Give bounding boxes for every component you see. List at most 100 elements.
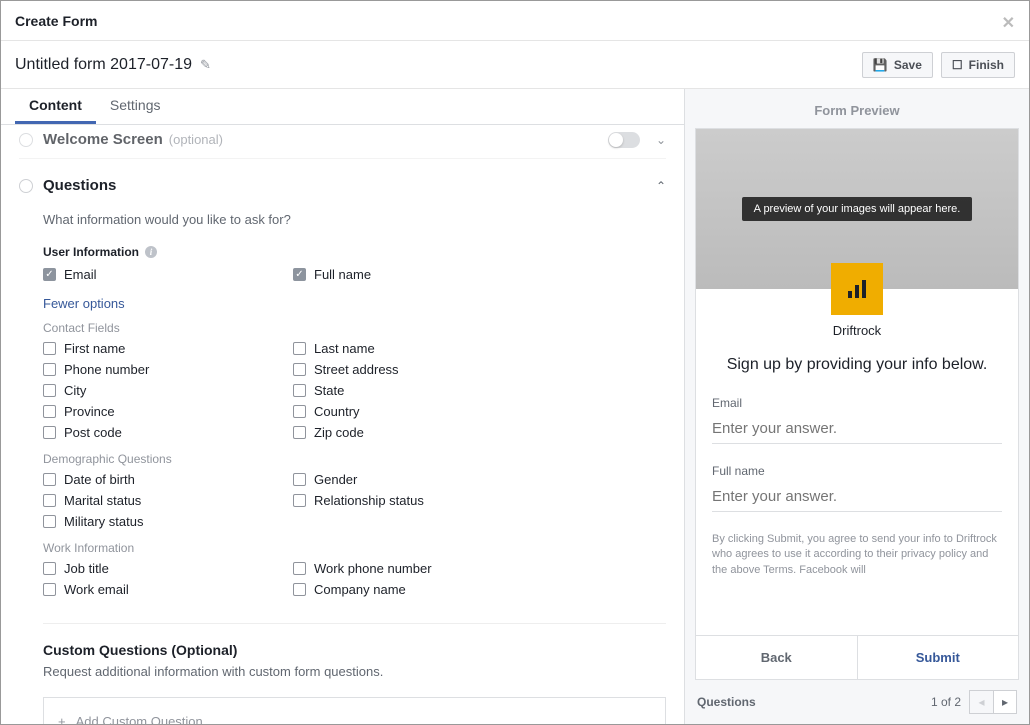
- checkbox-phone[interactable]: Phone number: [43, 362, 293, 377]
- form-name[interactable]: Untitled form 2017-07-19: [15, 56, 192, 74]
- close-icon[interactable]: ✕: [1002, 13, 1015, 33]
- checkbox-work-phone[interactable]: Work phone number: [293, 561, 543, 576]
- checkbox-province[interactable]: Province: [43, 404, 293, 419]
- edit-icon[interactable]: ✎: [200, 57, 211, 73]
- check-icon: [43, 342, 56, 355]
- left-panel: Content Settings Welcome Screen (optiona…: [1, 89, 685, 724]
- preview-hero: A preview of your images will appear her…: [696, 129, 1018, 289]
- form-title-row: Untitled form 2017-07-19 ✎ 💾 Save ☐ Fini…: [1, 41, 1029, 89]
- check-icon: [293, 583, 306, 596]
- finish-icon: ☐: [952, 58, 963, 72]
- radio-icon: [19, 133, 33, 147]
- questions-body: What information would you like to ask f…: [19, 204, 666, 724]
- finish-button[interactable]: ☐ Finish: [941, 52, 1015, 78]
- checkbox-last-name[interactable]: Last name: [293, 341, 543, 356]
- create-form-modal: Create Form ✕ Untitled form 2017-07-19 ✎…: [0, 0, 1030, 725]
- checkbox-marital[interactable]: Marital status: [43, 493, 293, 508]
- modal-title: Create Form: [15, 13, 97, 29]
- save-icon: 💾: [873, 58, 888, 72]
- preview-heading: Form Preview: [685, 89, 1029, 128]
- preview-brand: Driftrock: [712, 323, 1002, 338]
- check-icon: [43, 583, 56, 596]
- pager-label: Questions: [697, 695, 756, 709]
- finish-label: Finish: [969, 58, 1004, 72]
- preview-panel: Form Preview A preview of your images wi…: [685, 89, 1029, 724]
- check-icon: [43, 473, 56, 486]
- preview-body: Driftrock Sign up by providing your info…: [696, 289, 1018, 635]
- save-label: Save: [894, 58, 922, 72]
- preview-hero-msg: A preview of your images will appear her…: [742, 197, 973, 221]
- welcome-toggle[interactable]: [608, 132, 640, 148]
- checkbox-email[interactable]: Email: [43, 267, 293, 282]
- checkbox-city[interactable]: City: [43, 383, 293, 398]
- preview-email-input[interactable]: [712, 414, 1002, 444]
- preview-back-button[interactable]: Back: [696, 636, 858, 679]
- save-button[interactable]: 💾 Save: [862, 52, 933, 78]
- checkbox-full-name[interactable]: Full name: [293, 267, 543, 282]
- check-icon: [293, 363, 306, 376]
- tab-settings[interactable]: Settings: [96, 89, 175, 124]
- modal-header: Create Form ✕: [1, 1, 1029, 41]
- check-icon: [293, 426, 306, 439]
- plus-icon: +: [58, 714, 66, 724]
- welcome-optional: (optional): [169, 132, 223, 147]
- preview-email-label: Email: [712, 396, 1002, 410]
- preview-signup-heading: Sign up by providing your info below.: [712, 356, 1002, 374]
- welcome-section-header[interactable]: Welcome Screen (optional) ⌄: [19, 125, 666, 159]
- preview-fullname-label: Full name: [712, 464, 1002, 478]
- check-icon: [293, 342, 306, 355]
- content-scroll[interactable]: Welcome Screen (optional) ⌄ Questions ⌃ …: [1, 125, 684, 724]
- questions-section-header[interactable]: Questions ⌃: [19, 159, 666, 204]
- work-heading: Work Information: [43, 541, 666, 555]
- check-icon: [293, 473, 306, 486]
- preview-submit-button[interactable]: Submit: [858, 636, 1019, 679]
- checkbox-relationship[interactable]: Relationship status: [293, 493, 543, 508]
- add-custom-question-button[interactable]: + Add Custom Question: [43, 697, 666, 724]
- pager-next-button[interactable]: ▸: [993, 690, 1017, 714]
- questions-helper: What information would you like to ask f…: [43, 212, 666, 227]
- pager-prev-button[interactable]: ◂: [969, 690, 993, 714]
- chevron-down-icon[interactable]: ⌄: [656, 133, 666, 147]
- checkbox-dob[interactable]: Date of birth: [43, 472, 293, 487]
- brand-logo: [831, 263, 883, 315]
- check-icon: [293, 494, 306, 507]
- check-icon: [43, 515, 56, 528]
- demographic-heading: Demographic Questions: [43, 452, 666, 466]
- preview-fullname-input[interactable]: [712, 482, 1002, 512]
- check-icon: [43, 384, 56, 397]
- checkbox-work-email[interactable]: Work email: [43, 582, 293, 597]
- check-icon: [43, 494, 56, 507]
- checkbox-first-name[interactable]: First name: [43, 341, 293, 356]
- radio-icon: [19, 179, 33, 193]
- fewer-options-link[interactable]: Fewer options: [43, 296, 666, 311]
- check-icon: [293, 268, 306, 281]
- checkbox-state[interactable]: State: [293, 383, 543, 398]
- user-info-heading: User Information i: [43, 245, 666, 259]
- welcome-title: Welcome Screen: [43, 131, 163, 148]
- check-icon: [43, 268, 56, 281]
- check-icon: [293, 405, 306, 418]
- custom-questions-desc: Request additional information with cust…: [43, 664, 666, 679]
- tab-bar: Content Settings: [1, 89, 684, 125]
- check-icon: [43, 363, 56, 376]
- checkbox-military[interactable]: Military status: [43, 514, 293, 529]
- chevron-up-icon[interactable]: ⌃: [656, 179, 666, 193]
- tab-content[interactable]: Content: [15, 89, 96, 124]
- check-icon: [293, 562, 306, 575]
- custom-questions-title: Custom Questions (Optional): [43, 642, 666, 658]
- check-icon: [43, 426, 56, 439]
- checkbox-job-title[interactable]: Job title: [43, 561, 293, 576]
- checkbox-zip[interactable]: Zip code: [293, 425, 543, 440]
- checkbox-gender[interactable]: Gender: [293, 472, 543, 487]
- checkbox-company[interactable]: Company name: [293, 582, 543, 597]
- pager-count: 1 of 2: [931, 695, 961, 709]
- info-icon[interactable]: i: [145, 246, 157, 258]
- preview-disclaimer: By clicking Submit, you agree to send yo…: [712, 532, 1002, 578]
- checkbox-country[interactable]: Country: [293, 404, 543, 419]
- custom-questions-section: Custom Questions (Optional) Request addi…: [43, 623, 666, 724]
- checkbox-street[interactable]: Street address: [293, 362, 543, 377]
- checkbox-post-code[interactable]: Post code: [43, 425, 293, 440]
- check-icon: [43, 405, 56, 418]
- check-icon: [43, 562, 56, 575]
- preview-card: A preview of your images will appear her…: [695, 128, 1019, 680]
